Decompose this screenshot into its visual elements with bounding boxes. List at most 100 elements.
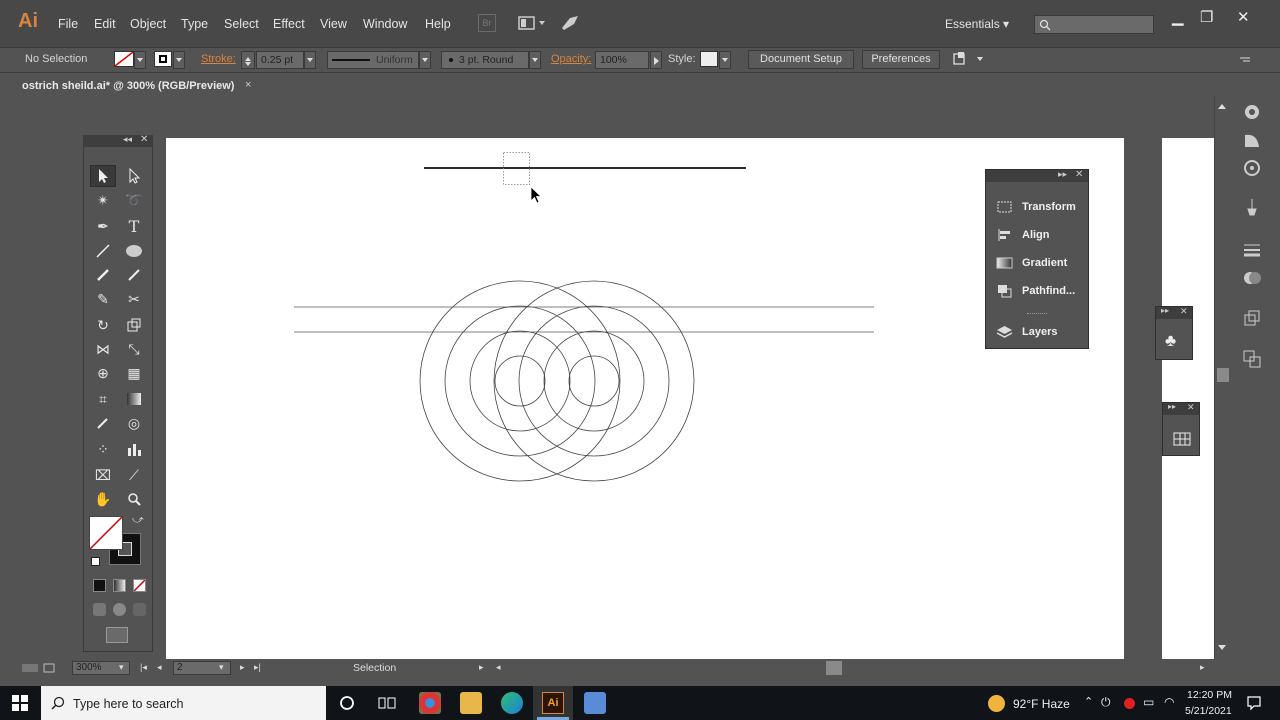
slice-tool-icon[interactable]: ⟋ bbox=[121, 464, 147, 486]
status-icons[interactable] bbox=[22, 663, 62, 673]
record-icon[interactable] bbox=[1124, 698, 1135, 709]
scroll-left-icon[interactable]: ◂ bbox=[496, 662, 501, 673]
color-mode-icon[interactable] bbox=[93, 579, 106, 592]
minimize-button[interactable]: ▁ bbox=[1172, 8, 1184, 26]
mini-close-icon-2[interactable]: ✕ bbox=[1187, 402, 1195, 413]
windows-start-icon[interactable] bbox=[12, 695, 28, 711]
vertical-scroll-thumb[interactable] bbox=[1217, 368, 1229, 382]
draw-inside-icon[interactable] bbox=[133, 603, 146, 616]
screen-mode-icon[interactable] bbox=[106, 627, 128, 643]
gradient-tool-icon[interactable] bbox=[121, 388, 147, 410]
clock-date[interactable]: 5/21/2021 bbox=[1185, 705, 1232, 717]
club-symbol-icon[interactable]: ♣ bbox=[1165, 331, 1176, 351]
cortana-icon[interactable] bbox=[339, 695, 355, 711]
paintbrush-tool-icon[interactable] bbox=[90, 264, 116, 286]
shape-builder-tool-icon[interactable]: ⊕ bbox=[90, 362, 116, 384]
blob-brush-tool-icon[interactable]: ✎ bbox=[90, 288, 116, 310]
zoom-dropdown-icon[interactable]: ▾ bbox=[119, 662, 124, 673]
artboard-2[interactable] bbox=[1162, 138, 1214, 659]
lasso-tool-icon[interactable]: ➰ bbox=[121, 189, 147, 211]
close-button[interactable]: ✕ bbox=[1237, 8, 1250, 26]
menu-edit[interactable]: Edit bbox=[94, 17, 116, 31]
column-graph-tool-icon[interactable] bbox=[121, 438, 147, 460]
action-center-icon[interactable] bbox=[1246, 695, 1262, 711]
menu-select[interactable]: Select bbox=[224, 17, 259, 31]
magic-wand-tool-icon[interactable]: ✴ bbox=[90, 189, 116, 211]
perspective-grid-tool-icon[interactable]: ▦ bbox=[121, 362, 147, 384]
scroll-right-icon[interactable]: ▸ bbox=[1200, 662, 1205, 673]
stroke-label[interactable]: Stroke: bbox=[201, 53, 236, 65]
tools-panel-header[interactable]: ◂◂ ✕ bbox=[83, 134, 153, 147]
edge-browser-icon[interactable] bbox=[501, 692, 523, 714]
pencil-tool-icon[interactable] bbox=[121, 264, 147, 286]
fill-swatch[interactable] bbox=[114, 51, 134, 67]
swatches-icon[interactable] bbox=[1242, 158, 1262, 178]
artboard-tool-icon[interactable]: ⌧ bbox=[90, 464, 116, 486]
illustrator-taskbar-active[interactable]: Ai bbox=[533, 686, 573, 720]
selection-tool-icon[interactable] bbox=[90, 165, 116, 187]
arrange-documents-icon[interactable] bbox=[517, 14, 547, 32]
workspace-switcher[interactable]: Essentials ▾ bbox=[945, 17, 1009, 31]
blend-tool-icon[interactable]: ◎ bbox=[121, 412, 147, 434]
direct-selection-tool-icon[interactable] bbox=[121, 165, 147, 187]
panel-menu-icon[interactable] bbox=[1238, 52, 1252, 64]
scissors-tool-icon[interactable]: ✂ bbox=[121, 288, 147, 310]
variable-width-profile[interactable]: Uniform bbox=[327, 51, 419, 69]
artboard[interactable] bbox=[166, 138, 1124, 659]
menu-view[interactable]: View bbox=[320, 17, 347, 31]
brush-dropdown[interactable] bbox=[529, 51, 541, 69]
style-dropdown[interactable] bbox=[719, 51, 731, 69]
transform-panel-button[interactable]: Transform bbox=[996, 200, 1076, 214]
panel-group-header[interactable]: ▸▸ ✕ bbox=[986, 169, 1088, 182]
clock-time[interactable]: 12:20 PM bbox=[1187, 689, 1232, 701]
line-tool-icon[interactable] bbox=[90, 240, 116, 262]
fill-dropdown[interactable] bbox=[134, 51, 146, 69]
collapse-icon[interactable]: ◂◂ bbox=[123, 134, 132, 145]
horizontal-scroll-thumb[interactable] bbox=[826, 661, 842, 675]
stroke-panel-icon[interactable] bbox=[1242, 240, 1262, 260]
pathfinder-panel-button[interactable]: Pathfind... bbox=[996, 284, 1075, 298]
weather-status[interactable]: 92°F Haze bbox=[1013, 697, 1070, 711]
mini-panel-header[interactable]: ▸▸ ✕ bbox=[1156, 306, 1192, 319]
fill-color-box[interactable] bbox=[89, 516, 123, 550]
transparency-icon[interactable] bbox=[1242, 268, 1262, 288]
hand-tool-icon[interactable]: ✋ bbox=[90, 488, 116, 510]
chrome-app-icon[interactable] bbox=[419, 692, 441, 714]
eyedropper-tool-icon[interactable] bbox=[90, 412, 116, 434]
profile-dropdown[interactable] bbox=[419, 51, 431, 69]
previous-artboard-icon[interactable]: ◂ bbox=[157, 662, 162, 673]
battery-icon[interactable]: ▭ bbox=[1143, 695, 1154, 709]
align-panel-button[interactable]: Align bbox=[996, 228, 1050, 242]
scroll-down-icon[interactable] bbox=[1218, 645, 1226, 654]
type-tool-icon[interactable]: T bbox=[121, 215, 147, 237]
preferences-button[interactable]: Preferences bbox=[862, 50, 940, 69]
graphic-style-swatch[interactable] bbox=[700, 51, 718, 67]
layers-panel-button[interactable]: Layers bbox=[996, 325, 1057, 339]
menu-effect[interactable]: Effect bbox=[273, 17, 305, 31]
stroke-weight-dropdown[interactable] bbox=[304, 51, 316, 69]
default-colors-icon[interactable] bbox=[91, 557, 100, 566]
rotate-tool-icon[interactable]: ↻ bbox=[90, 314, 116, 336]
wifi-icon[interactable]: ◠ bbox=[1164, 695, 1174, 709]
swap-colors-icon[interactable]: ⤻ bbox=[132, 514, 144, 527]
task-view-icon[interactable] bbox=[378, 695, 396, 711]
menu-file[interactable]: File bbox=[58, 17, 78, 31]
stroke-weight-input[interactable]: 0.25 pt bbox=[256, 51, 304, 69]
mini-expand-icon-2[interactable]: ▸▸ bbox=[1168, 402, 1176, 411]
sync-icon[interactable] bbox=[560, 14, 580, 32]
menu-help[interactable]: Help bbox=[425, 17, 451, 31]
stroke-swatch[interactable] bbox=[154, 51, 172, 67]
menu-object[interactable]: Object bbox=[130, 17, 166, 31]
opacity-slider-button[interactable] bbox=[650, 51, 662, 69]
vertical-scrollbar[interactable] bbox=[1214, 96, 1230, 659]
brushes-icon[interactable] bbox=[1242, 197, 1262, 217]
color-guide-icon[interactable] bbox=[1242, 130, 1262, 150]
opacity-input[interactable]: 100% bbox=[595, 51, 649, 69]
file-explorer-icon[interactable] bbox=[460, 692, 482, 714]
document-setup-button[interactable]: Document Setup bbox=[748, 50, 854, 69]
draw-behind-icon[interactable] bbox=[113, 603, 126, 616]
search-input[interactable] bbox=[1034, 15, 1154, 34]
color-panel-icon[interactable] bbox=[1242, 102, 1262, 122]
ellipse-tool-icon[interactable] bbox=[121, 240, 147, 262]
panel-close-icon[interactable]: ✕ bbox=[1075, 169, 1083, 180]
